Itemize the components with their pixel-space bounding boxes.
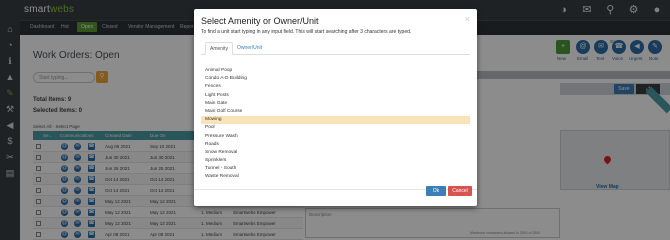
amenity-list: Animal Poop Condo A-D Building Fences Light…	[201, 67, 470, 182]
modal-tabs: Amenity Owner/Unit	[201, 42, 470, 55]
amenity-list-item[interactable]: Main Golf Course	[201, 108, 470, 116]
amenity-list-item[interactable]: Animal Poop	[201, 67, 470, 75]
modal-hint: To find a unit start typing in any input…	[201, 29, 412, 35]
cancel-button[interactable]: Cancel	[448, 186, 472, 196]
modal-title: Select Amenity or Owner/Unit	[201, 16, 319, 26]
amenity-list-item[interactable]: Pressure Wash	[201, 133, 470, 141]
amenity-list-item[interactable]: Light Posts	[201, 92, 470, 100]
amenity-list-item[interactable]: Main Gate	[201, 100, 470, 108]
amenity-list-item[interactable]: Snow Removal	[201, 149, 470, 157]
amenity-list-item[interactable]: Roads	[201, 141, 470, 149]
ok-button[interactable]: Ok	[426, 186, 446, 196]
close-icon[interactable]: ×	[465, 14, 470, 24]
select-amenity-modal: Select Amenity or Owner/Unit × To find a…	[194, 9, 477, 206]
amenity-list-item[interactable]: Sprinklers	[201, 157, 470, 165]
amenity-list-item[interactable]: Mowing	[201, 116, 470, 125]
amenity-list-item[interactable]: Tunnel - South	[201, 165, 470, 173]
tab-owner-unit[interactable]: Owner/Unit	[233, 42, 266, 55]
amenity-list-item[interactable]: Pool	[201, 124, 470, 132]
amenity-list-item[interactable]: Waste Removal	[201, 173, 470, 181]
amenity-list-item[interactable]: Condo A-D Building	[201, 75, 470, 83]
tab-amenity[interactable]: Amenity	[205, 42, 234, 55]
amenity-list-item[interactable]: Fences	[201, 83, 470, 91]
